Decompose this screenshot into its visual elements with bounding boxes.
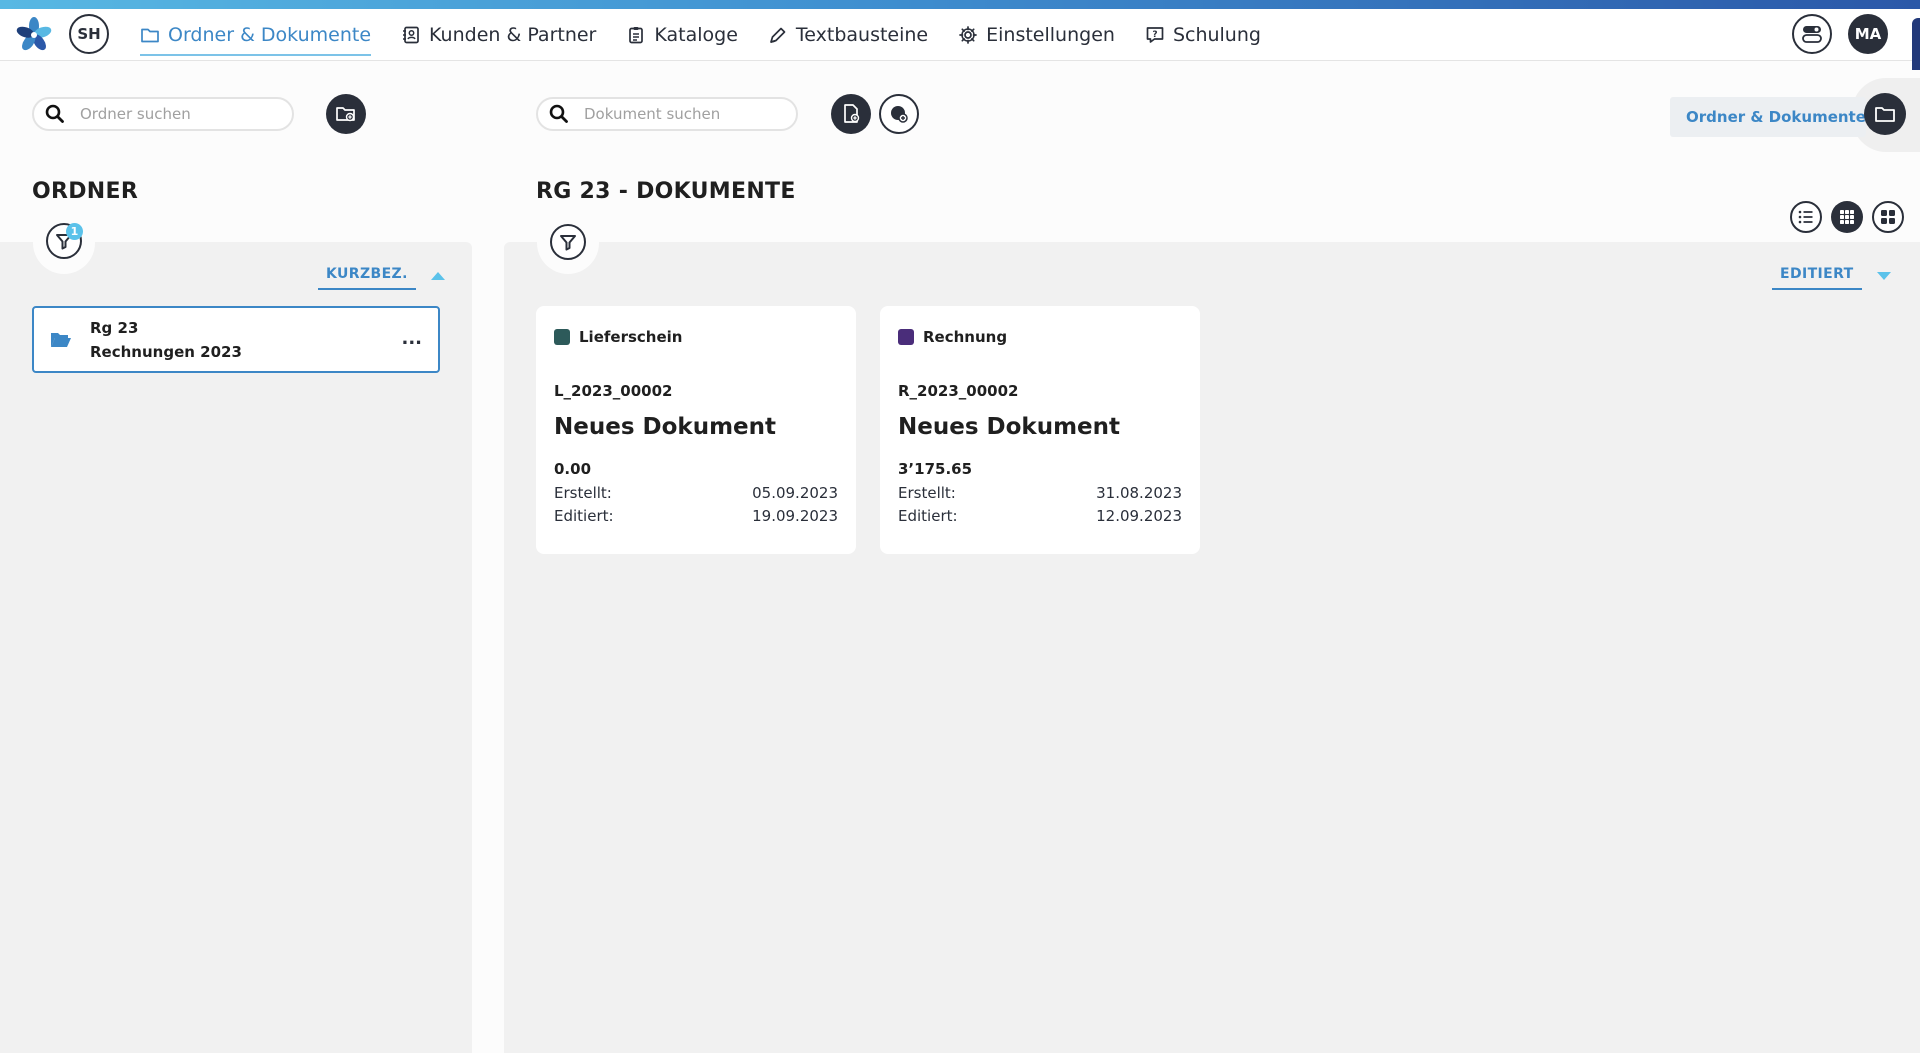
- nav-kataloge[interactable]: Kataloge: [626, 15, 738, 55]
- account-avatar[interactable]: MA: [1848, 14, 1888, 54]
- help-chat-icon: ?: [1146, 27, 1164, 43]
- document-card[interactable]: Lieferschein L_2023_00002 Neues Dokument…: [536, 306, 856, 554]
- edited-date: 19.09.2023: [752, 507, 838, 525]
- doc-type-color-swatch: [898, 329, 914, 345]
- created-label: Erstellt:: [554, 484, 612, 502]
- add-document-button[interactable]: [831, 94, 871, 134]
- nav-label: Ordner & Dokumente: [168, 24, 372, 46]
- user-avatar[interactable]: SH: [69, 14, 109, 54]
- folder-sort-label[interactable]: KURZBEZ.: [318, 262, 416, 290]
- nav-ordner-dokumente[interactable]: Ordner & Dokumente: [140, 15, 372, 56]
- search-icon: [45, 104, 64, 123]
- sort-descending-icon[interactable]: [1876, 270, 1892, 282]
- doc-title: Neues Dokument: [554, 414, 777, 440]
- template-add-icon: [891, 106, 908, 123]
- folder-add-icon: [336, 107, 355, 122]
- doc-title: Neues Dokument: [898, 414, 1121, 440]
- folder-icon: [1875, 107, 1895, 122]
- grid-small-icon: [1840, 210, 1854, 224]
- documents-title: RG 23 - DOKUMENTE: [536, 179, 796, 204]
- doc-amount: 0.00: [554, 460, 592, 478]
- small-grid-view-button[interactable]: [1831, 201, 1863, 233]
- doc-type-color-swatch: [554, 329, 570, 345]
- folder-description: Rechnungen 2023: [90, 342, 242, 361]
- document-sort[interactable]: EDITIERT: [1772, 262, 1892, 290]
- toggle-icon: [1802, 26, 1822, 43]
- filter-icon: [560, 235, 576, 251]
- folder-sort[interactable]: KURZBEZ.: [318, 262, 446, 290]
- add-folder-button[interactable]: [326, 94, 366, 134]
- filter-count-badge: 1: [66, 223, 83, 240]
- doc-type-label: Lieferschein: [579, 328, 683, 346]
- brand-stripe: [0, 0, 1920, 9]
- main-nav: Ordner & Dokumente Kunden & Partner Kata…: [140, 9, 1261, 61]
- created-date: 31.08.2023: [1096, 484, 1182, 502]
- more-options-button[interactable]: ...: [401, 328, 422, 349]
- doc-amount: 3’175.65: [898, 460, 973, 478]
- folder-search-input[interactable]: [80, 105, 240, 123]
- folder-icon: [141, 28, 159, 43]
- nav-schulung[interactable]: ? Schulung: [1145, 15, 1261, 55]
- sort-ascending-icon[interactable]: [430, 270, 446, 282]
- nav-label: Kunden & Partner: [429, 24, 597, 46]
- document-filter-button[interactable]: [550, 224, 586, 260]
- add-from-template-button[interactable]: [879, 94, 919, 134]
- folder-item[interactable]: Rg 23 Rechnungen 2023 ...: [32, 306, 440, 373]
- clipboard-icon: [629, 27, 644, 44]
- edge-accent: [1912, 18, 1920, 70]
- list-view-button[interactable]: [1790, 201, 1822, 233]
- document-sort-label[interactable]: EDITIERT: [1772, 262, 1862, 290]
- document-search: [536, 97, 798, 131]
- folders-title: ORDNER: [32, 179, 139, 204]
- folder-view-button[interactable]: [1864, 93, 1906, 135]
- edited-date: 12.09.2023: [1096, 507, 1182, 525]
- created-date: 05.09.2023: [752, 484, 838, 502]
- folder-short-name: Rg 23: [90, 318, 139, 337]
- edited-label: Editiert:: [554, 507, 614, 525]
- document-card[interactable]: Rechnung R_2023_00002 Neues Dokument 3’1…: [880, 306, 1200, 554]
- grid-large-icon: [1881, 210, 1895, 224]
- nav-einstellungen[interactable]: Einstellungen: [958, 15, 1115, 55]
- contact-card-icon: [403, 26, 419, 44]
- view-tab-ordner-dokumente[interactable]: Ordner & Dokumente: [1670, 97, 1866, 137]
- svg-text:?: ?: [1152, 30, 1157, 40]
- open-folder-icon: [51, 332, 71, 347]
- large-grid-view-button[interactable]: [1872, 201, 1904, 233]
- view-mode-switcher: [1790, 201, 1904, 233]
- nav-label: Einstellungen: [986, 24, 1115, 46]
- edited-label: Editiert:: [898, 507, 958, 525]
- document-add-icon: [844, 104, 860, 123]
- search-icon: [549, 104, 568, 123]
- top-navigation-bar: SH Ordner & Dokumente Kunden & Partner K…: [0, 9, 1920, 70]
- nav-textbausteine[interactable]: Textbausteine: [768, 15, 928, 55]
- nav-label: Kataloge: [654, 24, 738, 46]
- nav-label: Schulung: [1172, 24, 1261, 46]
- pen-icon: [770, 27, 786, 43]
- app-logo-icon[interactable]: [14, 15, 54, 55]
- nav-kunden-partner[interactable]: Kunden & Partner: [401, 15, 596, 55]
- doc-number: L_2023_00002: [554, 382, 673, 400]
- folder-search: [32, 97, 294, 131]
- doc-type-label: Rechnung: [923, 328, 1008, 346]
- document-search-input[interactable]: [584, 105, 744, 123]
- created-label: Erstellt:: [898, 484, 956, 502]
- gear-icon: [959, 26, 977, 44]
- list-icon: [1798, 210, 1813, 224]
- nav-label: Textbausteine: [795, 24, 929, 46]
- doc-number: R_2023_00002: [898, 382, 1019, 400]
- layout-toggle-button[interactable]: [1792, 14, 1832, 54]
